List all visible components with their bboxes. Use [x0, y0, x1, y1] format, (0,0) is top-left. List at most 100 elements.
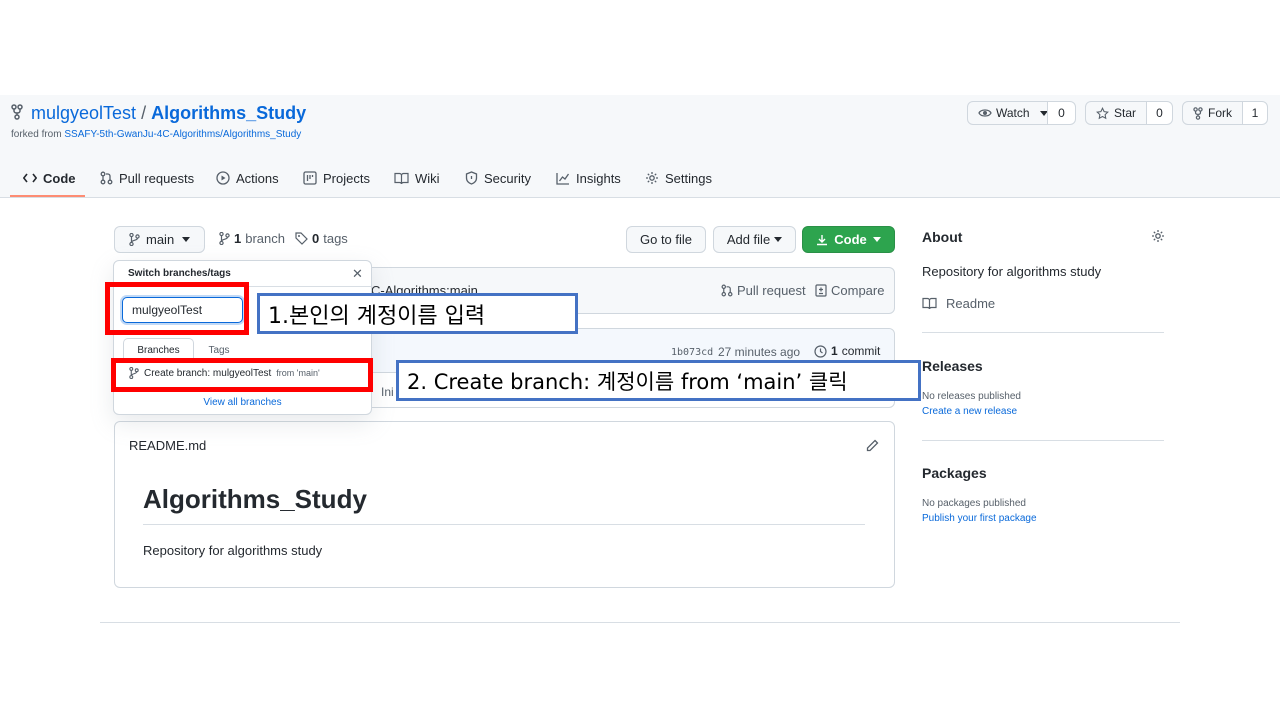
about-description: Repository for algorithms study: [922, 264, 1102, 279]
watch-label: Watch: [996, 106, 1030, 120]
tab-label: Wiki: [415, 170, 440, 186]
readme-link-label: Readme: [946, 296, 996, 311]
no-releases-text: No releases published: [922, 391, 1021, 402]
book-icon: [922, 297, 937, 310]
close-icon[interactable]: ✕: [352, 266, 363, 282]
tab-label: Security: [484, 170, 531, 186]
commit-count: 1: [831, 344, 838, 358]
tab-security[interactable]: Security: [465, 168, 531, 188]
git-branch-icon: [219, 232, 230, 245]
shield-icon: [465, 171, 478, 185]
compare-link[interactable]: Compare: [815, 283, 884, 298]
repo-owner-link[interactable]: mulgyeolTest: [31, 103, 136, 123]
caret-down-icon: [182, 237, 191, 242]
readme-heading: Algorithms_Study: [143, 484, 367, 514]
create-release-link[interactable]: Create a new release: [922, 406, 1017, 417]
annotation-step1: 1.본인의 계정이름 입력: [257, 293, 578, 334]
view-all-branches-link[interactable]: View all branches: [114, 397, 371, 408]
tab-label: Actions: [236, 170, 279, 186]
annotation-create-branch-highlight: [111, 358, 373, 392]
gear-icon: [645, 171, 659, 185]
pull-request-link[interactable]: Pull request: [721, 283, 806, 298]
book-icon: [394, 172, 409, 185]
branch-name: main: [146, 232, 175, 247]
gear-icon[interactable]: [1151, 229, 1165, 243]
releases-title[interactable]: Releases: [922, 358, 983, 374]
tag-icon: [295, 232, 308, 245]
commits-link[interactable]: 1 commit: [814, 344, 880, 358]
project-icon: [303, 171, 317, 185]
no-packages-text: No packages published: [922, 498, 1026, 509]
tab-label: Projects: [323, 170, 370, 186]
branch-count: 1: [234, 231, 242, 246]
code-button[interactable]: Code: [802, 226, 895, 253]
watch-count[interactable]: 0: [1047, 101, 1076, 125]
readme-filename: README.md: [129, 438, 207, 453]
fork-label: Fork: [1208, 106, 1232, 120]
annotation-step2: 2. Create branch: 계정이름 from ‘main’ 클릭: [396, 360, 921, 401]
star-button[interactable]: Star: [1085, 101, 1147, 125]
tab-label: Settings: [665, 170, 712, 186]
graph-icon: [556, 172, 570, 185]
download-icon: [816, 234, 828, 246]
repo-name-link[interactable]: Algorithms_Study: [151, 103, 306, 123]
tab-wiki[interactable]: Wiki: [394, 168, 440, 188]
branch-word: branch: [245, 231, 285, 246]
watch-button[interactable]: Watch: [967, 101, 1048, 125]
pull-request-label: Pull request: [737, 283, 806, 298]
publish-package-link[interactable]: Publish your first package: [922, 513, 1037, 524]
readme-heading-rule: [143, 524, 865, 525]
fork-button[interactable]: Fork: [1182, 101, 1243, 125]
star-count[interactable]: 0: [1146, 101, 1173, 125]
tag-count: 0: [312, 231, 320, 246]
add-file-button[interactable]: Add file: [713, 226, 796, 253]
branch-count-link[interactable]: 1 branch: [219, 231, 285, 246]
commit-hash[interactable]: 1b073cd: [671, 347, 713, 358]
tab-label: Insights: [576, 170, 621, 186]
forked-from-link[interactable]: SSAFY-5th-GwanJu-4C-Algorithms/Algorithm…: [64, 129, 301, 140]
tab-code[interactable]: Code: [23, 168, 76, 188]
eye-icon: [978, 107, 992, 119]
tag-word: tags: [323, 231, 348, 246]
tag-count-link[interactable]: 0 tags: [295, 231, 348, 246]
tab-label: Code: [43, 170, 76, 186]
forked-from-line: forked from SSAFY-5th-GwanJu-4C-Algorith…: [11, 129, 301, 140]
repo-forked-icon: [11, 104, 23, 120]
repo-separator: /: [141, 103, 147, 123]
code-icon: [23, 172, 37, 184]
pull-request-icon: [100, 171, 113, 185]
readme-body: Repository for algorithms study: [143, 543, 323, 558]
fork-icon: [1193, 106, 1203, 120]
diff-icon: [815, 284, 827, 297]
caret-down-icon: [774, 237, 783, 242]
readme-link[interactable]: Readme: [922, 296, 995, 311]
tab-settings[interactable]: Settings: [645, 168, 712, 188]
packages-title[interactable]: Packages: [922, 465, 987, 481]
fork-count[interactable]: 1: [1242, 101, 1268, 125]
tab-projects[interactable]: Projects: [303, 168, 370, 188]
star-label: Star: [1114, 106, 1137, 120]
footer-divider: [100, 622, 1180, 623]
annotation-input-highlight: [105, 282, 249, 335]
tab-pull-requests[interactable]: Pull requests: [100, 168, 194, 188]
forked-from-prefix: forked from: [11, 129, 62, 140]
commit-time: 27 minutes ago: [718, 345, 801, 359]
commit-word: commit: [841, 344, 881, 358]
tab-branches-label: Branches: [137, 345, 180, 356]
about-title: About: [922, 229, 963, 245]
pull-request-icon: [721, 284, 733, 297]
add-file-label: Add file: [726, 232, 771, 247]
tab-tags-label: Tags: [208, 344, 230, 356]
go-to-file-button[interactable]: Go to file: [626, 226, 706, 253]
code-label: Code: [834, 232, 867, 247]
branch-select-button[interactable]: main: [114, 226, 205, 253]
play-icon: [216, 171, 230, 185]
tab-insights[interactable]: Insights: [556, 168, 621, 188]
tab-actions[interactable]: Actions: [216, 168, 279, 188]
sidebar-divider: [922, 332, 1164, 333]
history-icon: [814, 344, 827, 358]
star-icon: [1096, 106, 1109, 120]
pencil-icon[interactable]: [866, 439, 879, 452]
repo-title: mulgyeolTest / Algorithms_Study: [31, 103, 306, 124]
tab-label: Pull requests: [119, 170, 195, 186]
